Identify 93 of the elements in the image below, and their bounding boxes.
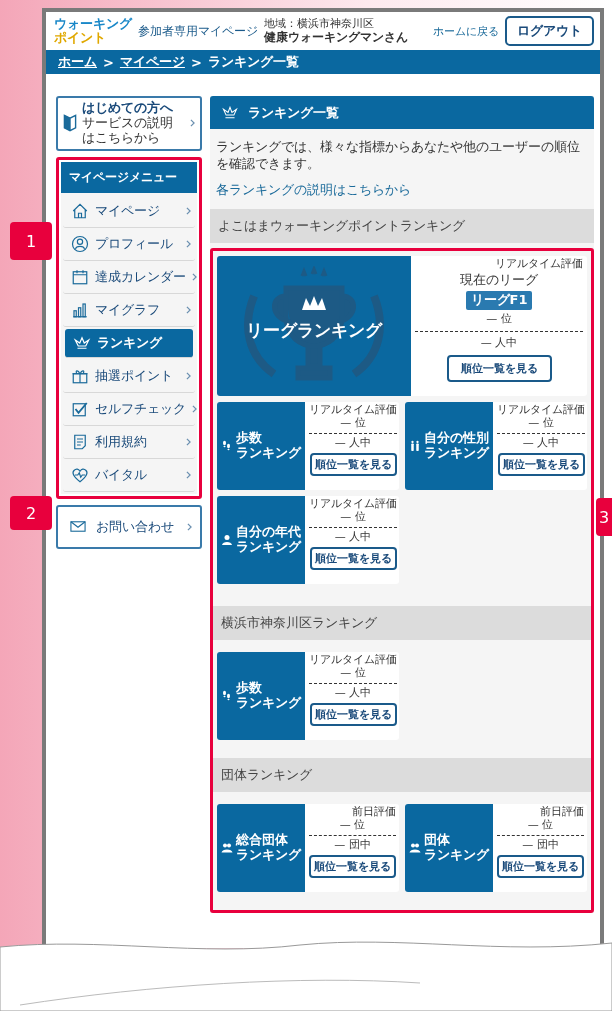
league-tag: リーグF1 bbox=[465, 291, 533, 311]
ranking-list-button[interactable]: 順位一覧を見る bbox=[446, 354, 552, 382]
chevron-icon bbox=[186, 470, 191, 479]
chevron-icon bbox=[186, 437, 191, 446]
chevron-icon bbox=[190, 119, 195, 128]
rank-value: — 位 bbox=[340, 511, 366, 525]
help-link[interactable]: 各ランキングの説明はこちらから bbox=[216, 180, 588, 199]
beginners-guide-button[interactable]: はじめての方へ サービスの説明はこちらから bbox=[56, 96, 202, 151]
menu-item[interactable]: ランキング bbox=[65, 328, 193, 358]
calendar-icon bbox=[71, 267, 89, 286]
card-title: 歩数 ランキング bbox=[236, 680, 301, 711]
card-title: 総合団体 ランキング bbox=[236, 832, 301, 863]
evaluation-label: 前日評価 bbox=[540, 805, 584, 819]
evaluation-label: リアルタイム評価 bbox=[309, 653, 397, 667]
menu-item[interactable]: マイページ bbox=[63, 194, 195, 228]
two-people-icon bbox=[409, 439, 421, 452]
chevron-icon bbox=[186, 206, 191, 215]
menu-item[interactable]: プロフィール bbox=[63, 227, 195, 261]
group-icon bbox=[409, 841, 421, 854]
menu-item[interactable]: バイタル bbox=[63, 458, 195, 492]
envelope-icon bbox=[70, 521, 86, 533]
section-header: 横浜市神奈川区ランキング bbox=[213, 605, 591, 640]
total-count: — 人中 bbox=[480, 336, 518, 350]
ranking-list-button[interactable]: 順位一覧を見る bbox=[497, 452, 585, 476]
total-count: — 団中 bbox=[522, 839, 559, 852]
chevron-icon bbox=[192, 272, 197, 281]
chevron-icon bbox=[186, 239, 191, 248]
chevron-icon bbox=[186, 371, 191, 380]
evaluation-label: リアルタイム評価 bbox=[497, 403, 585, 417]
total-count: — 人中 bbox=[334, 437, 372, 450]
document-icon bbox=[71, 432, 89, 451]
house-icon bbox=[71, 201, 89, 220]
section-header: 団体ランキング bbox=[213, 757, 591, 792]
evaluation-label: リアルタイム評価 bbox=[495, 257, 583, 271]
callout-badge: 2 bbox=[10, 496, 52, 530]
callout-badge: 1 bbox=[10, 222, 52, 260]
card-title: 団体 ランキング bbox=[424, 832, 489, 863]
page-title: ランキング一覧 bbox=[248, 103, 339, 122]
chevron-icon bbox=[187, 522, 192, 531]
rank-value: — 位 bbox=[339, 819, 366, 833]
ranking-list-button[interactable]: 順位一覧を見る bbox=[309, 854, 396, 878]
evaluation-label: リアルタイム評価 bbox=[309, 497, 397, 511]
person-icon bbox=[71, 234, 89, 253]
person-icon bbox=[221, 533, 233, 546]
group-icon bbox=[221, 841, 233, 854]
chevron-icon bbox=[186, 305, 191, 314]
contact-button[interactable]: お問い合わせ bbox=[56, 504, 202, 549]
total-count: — 団中 bbox=[334, 839, 371, 852]
region-label: 地域：横浜市神奈川区 bbox=[264, 17, 375, 31]
breadcrumb-link[interactable]: マイページ bbox=[119, 53, 185, 71]
logo: ウォーキング ポイント bbox=[54, 16, 132, 46]
menu-item[interactable]: 達成カレンダー bbox=[63, 260, 195, 294]
rank-value: — 位 bbox=[486, 313, 512, 326]
rank-value: — 位 bbox=[340, 417, 366, 431]
bar-chart-icon bbox=[71, 300, 89, 319]
menu-item[interactable]: 抽選ポイント bbox=[63, 359, 195, 393]
menu-item[interactable]: マイグラフ bbox=[63, 293, 195, 327]
ranking-list-button[interactable]: 順位一覧を見る bbox=[309, 702, 397, 726]
breadcrumb-link[interactable]: ホーム bbox=[58, 53, 97, 71]
chevron-icon bbox=[192, 404, 197, 413]
footprints-icon bbox=[221, 439, 233, 452]
league-label: 現在のリーグ bbox=[460, 273, 538, 289]
evaluation-label: 前日評価 bbox=[352, 805, 396, 819]
rank-value: — 位 bbox=[528, 417, 554, 431]
rank-value: — 位 bbox=[527, 819, 554, 833]
callout-badge: 3 bbox=[596, 498, 612, 536]
rank-value: — 位 bbox=[340, 667, 366, 681]
card-title: 自分の年代 ランキング bbox=[236, 524, 301, 555]
ranking-list-button[interactable]: 順位一覧を見る bbox=[309, 452, 397, 476]
beginner-mark-icon bbox=[63, 113, 77, 134]
logout-button[interactable]: ログアウト bbox=[505, 16, 594, 46]
total-count: — 人中 bbox=[334, 531, 372, 544]
section-header: よこはまウォーキングポイントランキング bbox=[210, 208, 594, 243]
total-count: — 人中 bbox=[522, 437, 560, 450]
footprints-icon bbox=[221, 689, 233, 702]
card-title: リーグランキング bbox=[246, 321, 382, 341]
intro-text: ランキングでは、様々な指標からあなたや他のユーザーの順位を確認できます。 bbox=[216, 139, 581, 173]
ranking-list-button[interactable]: 順位一覧を見る bbox=[309, 546, 397, 570]
total-count: — 人中 bbox=[334, 687, 372, 700]
home-link[interactable]: ホームに戻る bbox=[433, 23, 499, 39]
menu-title: マイページメニュー bbox=[61, 161, 197, 193]
user-name: 健康ウォーキングマンさん bbox=[264, 30, 408, 45]
ranking-list-button[interactable]: 順位一覧を見る bbox=[497, 854, 584, 878]
menu-item[interactable]: セルフチェック bbox=[63, 392, 195, 426]
menu-item[interactable]: 利用規約 bbox=[63, 425, 195, 459]
breadcrumb-current: ランキング一覧 bbox=[207, 53, 299, 71]
site-title: 参加者専用マイページ bbox=[138, 22, 258, 40]
card-title: 歩数 ランキング bbox=[236, 430, 301, 461]
breadcrumb-separator: > bbox=[190, 54, 202, 70]
card-title: 自分の性別 ランキング bbox=[424, 430, 489, 461]
crown-icon bbox=[222, 106, 238, 119]
breadcrumb-separator: > bbox=[103, 54, 114, 70]
evaluation-label: リアルタイム評価 bbox=[309, 403, 397, 417]
